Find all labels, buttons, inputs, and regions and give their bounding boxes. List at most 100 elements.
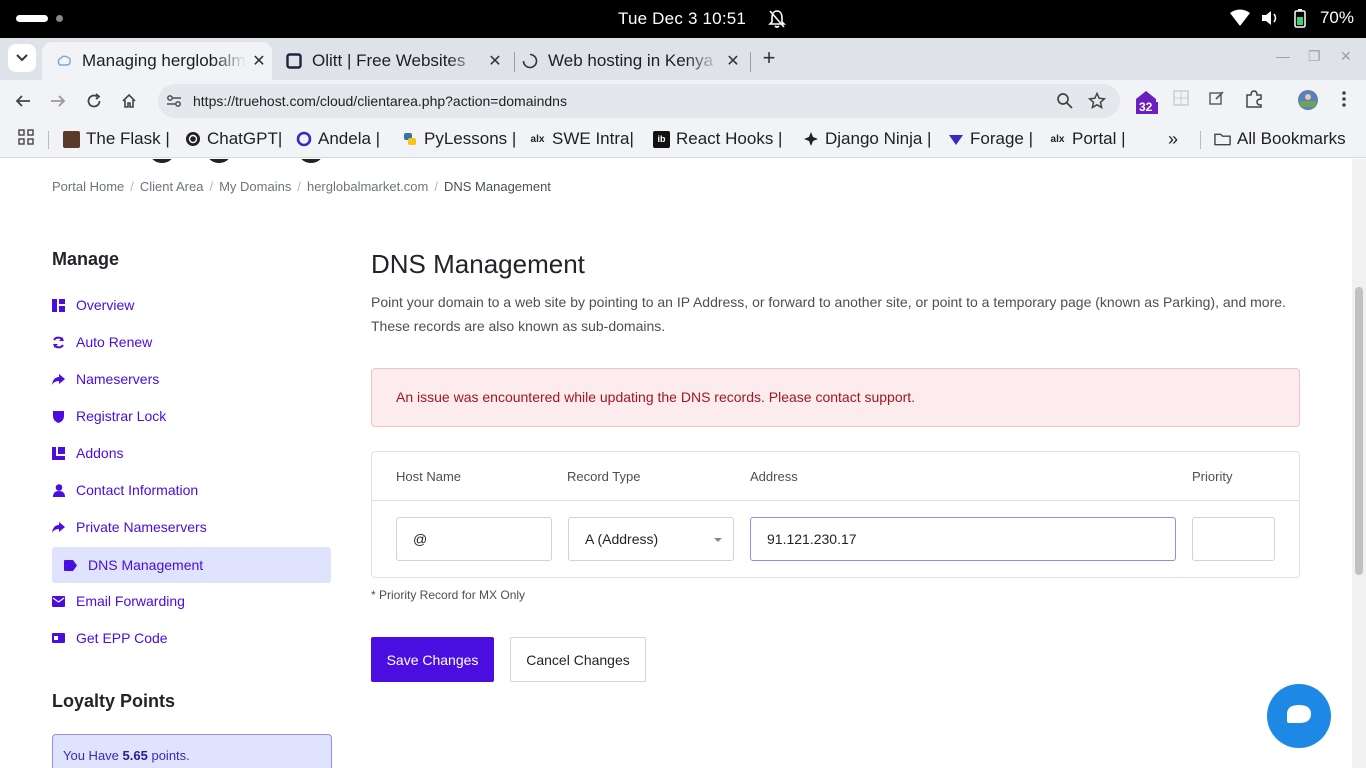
sidebar-item-dns-management[interactable]: DNS Management bbox=[52, 547, 331, 583]
error-alert: An issue was encountered while updating … bbox=[371, 368, 1300, 427]
browser-toolbar: https://truehost.com/cloud/clientarea.ph… bbox=[0, 80, 1366, 122]
bookmark-label: Portal | bbox=[1072, 129, 1126, 148]
close-window-icon[interactable]: ✕ bbox=[1340, 48, 1352, 65]
bookmark-andela[interactable]: Andela | bbox=[295, 129, 380, 149]
sidebar-item-get-epp-code[interactable]: Get EPP Code bbox=[52, 620, 331, 656]
bookmark-react-hooks[interactable]: ib React Hooks | bbox=[653, 129, 782, 149]
minimize-icon[interactable]: — bbox=[1276, 48, 1290, 64]
tab-olitt[interactable]: Olitt | Free Websites ✕ bbox=[280, 42, 508, 80]
apps-icon[interactable] bbox=[18, 129, 34, 145]
breadcrumb-domain[interactable]: herglobalmarket.com bbox=[307, 179, 428, 194]
sidebar-item-label: DNS Management bbox=[88, 557, 204, 573]
bookmark-pylessons[interactable]: PyLessons | bbox=[401, 129, 516, 149]
bookmark-divider bbox=[1200, 131, 1201, 149]
sidebar-item-label: Contact Information bbox=[76, 482, 199, 498]
site-info-icon[interactable] bbox=[166, 93, 182, 109]
address-input[interactable]: 91.121.230.17 bbox=[750, 517, 1176, 561]
breadcrumb-client-area[interactable]: Client Area bbox=[140, 179, 204, 194]
maximize-icon[interactable]: ❐ bbox=[1308, 48, 1321, 65]
bookmark-star-icon[interactable] bbox=[1088, 92, 1106, 110]
extension-badge: 32 bbox=[1139, 100, 1153, 114]
tab-title: Olitt | Free Websites bbox=[312, 51, 466, 70]
home-button[interactable] bbox=[118, 90, 140, 112]
sidebar-item-addons[interactable]: Addons bbox=[52, 435, 331, 471]
close-icon[interactable]: ✕ bbox=[720, 51, 746, 71]
all-bookmarks[interactable]: All Bookmarks bbox=[1214, 129, 1346, 149]
home-icon bbox=[122, 93, 136, 108]
close-icon[interactable]: ✕ bbox=[482, 51, 508, 71]
bookmark-label: Andela | bbox=[318, 129, 381, 148]
profile-avatar[interactable] bbox=[1297, 89, 1319, 111]
host-name-input[interactable]: @ bbox=[396, 517, 552, 561]
bookmark-chatgpt[interactable]: ChatGPT| bbox=[184, 129, 282, 149]
bookmark-swe-intra[interactable]: alx SWE Intra| bbox=[529, 129, 634, 149]
bookmark-django-ninja[interactable]: Django Ninja | bbox=[802, 129, 931, 149]
header-priority: Priority bbox=[1192, 469, 1233, 484]
battery-percent: 70% bbox=[1319, 8, 1354, 27]
sidebar-item-label: Nameservers bbox=[76, 371, 160, 387]
new-tab-button[interactable]: + bbox=[756, 46, 782, 72]
header-host-name: Host Name bbox=[396, 469, 462, 484]
sidebar-item-auto-renew[interactable]: Auto Renew bbox=[52, 324, 331, 360]
tab-web-hosting[interactable]: Web hosting in Kenya ✕ bbox=[516, 42, 746, 80]
system-tray[interactable]: 70% bbox=[1229, 8, 1354, 28]
bookmark-portal[interactable]: alx Portal | bbox=[1049, 129, 1126, 149]
extension-grid-icon[interactable] bbox=[1172, 89, 1194, 111]
sidebar-item-overview[interactable]: Overview bbox=[52, 287, 331, 323]
bookmark-forage[interactable]: Forage | bbox=[947, 129, 1033, 149]
zoom-icon[interactable] bbox=[1056, 92, 1074, 110]
back-button[interactable] bbox=[12, 90, 34, 112]
notifications-muted-icon[interactable] bbox=[768, 9, 786, 29]
workspace-indicator[interactable] bbox=[16, 15, 48, 22]
sidebar-item-registrar-lock[interactable]: Registrar Lock bbox=[52, 398, 331, 434]
extensions-puzzle-icon[interactable] bbox=[1244, 89, 1266, 111]
chat-widget-button[interactable] bbox=[1267, 684, 1331, 748]
loading-icon bbox=[522, 53, 538, 69]
ib-icon: ib bbox=[653, 130, 670, 148]
tab-separator bbox=[514, 52, 515, 72]
cancel-changes-button[interactable]: Cancel Changes bbox=[510, 637, 646, 682]
browser-tab-strip: Managing herglobalmarket.com ✕ Olitt | F… bbox=[0, 38, 1366, 80]
page-title: DNS Management bbox=[371, 249, 585, 279]
loyalty-suffix: points. bbox=[151, 748, 190, 763]
sidebar-item-label: Addons bbox=[76, 445, 124, 461]
reload-button[interactable] bbox=[83, 90, 105, 112]
tab-managing-domain[interactable]: Managing herglobalmarket.com ✕ bbox=[42, 42, 272, 80]
forage-icon bbox=[947, 131, 964, 148]
tab-separator bbox=[750, 52, 751, 72]
reload-icon bbox=[87, 93, 101, 108]
dns-table-header: Host Name Record Type Address Priority bbox=[372, 452, 1299, 501]
more-bookmarks-icon[interactable]: » bbox=[1168, 129, 1178, 150]
sidebar-item-email-forwarding[interactable]: Email Forwarding bbox=[52, 583, 331, 619]
user-icon bbox=[52, 483, 65, 497]
page-description: Point your domain to a web site by point… bbox=[371, 294, 1286, 334]
overview-icon bbox=[52, 298, 65, 312]
sidebar-item-contact-information[interactable]: Contact Information bbox=[52, 472, 331, 508]
browser-menu-icon[interactable] bbox=[1336, 89, 1358, 111]
forward-button[interactable] bbox=[47, 90, 69, 112]
bookmark-flask[interactable]: The Flask | bbox=[63, 129, 170, 149]
cubes-icon bbox=[52, 446, 65, 460]
address-bar[interactable]: https://truehost.com/cloud/clientarea.ph… bbox=[158, 84, 1120, 118]
close-icon[interactable]: ✕ bbox=[246, 51, 272, 71]
breadcrumb-portal-home[interactable]: Portal Home bbox=[52, 179, 124, 194]
globe-icon bbox=[57, 55, 71, 66]
tab-title: Managing herglobalmarket.com bbox=[82, 51, 246, 70]
tab-search-button[interactable] bbox=[8, 44, 36, 72]
scrollbar-thumb[interactable] bbox=[1355, 287, 1363, 575]
breadcrumb-my-domains[interactable]: My Domains bbox=[219, 179, 291, 194]
sidebar-item-private-nameservers[interactable]: Private Nameservers bbox=[52, 509, 331, 545]
save-changes-button[interactable]: Save Changes bbox=[371, 637, 494, 682]
bookmark-label: Django Ninja | bbox=[825, 129, 932, 148]
bookmark-label: React Hooks | bbox=[676, 129, 783, 148]
page-scrollbar[interactable] bbox=[1352, 159, 1366, 768]
priority-input[interactable] bbox=[1192, 517, 1275, 561]
breadcrumb: Portal Home / Client Area / My Domains /… bbox=[52, 179, 551, 194]
edit-icon[interactable] bbox=[1208, 89, 1230, 111]
extension-house-icon[interactable]: 32 bbox=[1134, 89, 1158, 114]
record-type-select[interactable]: A (Address) bbox=[568, 517, 734, 561]
sidebar-item-nameservers[interactable]: Nameservers bbox=[52, 361, 331, 397]
clock[interactable]: Tue Dec 3 10:51 bbox=[618, 9, 746, 29]
bookmark-label: All Bookmarks bbox=[1237, 129, 1346, 148]
workspace-dot[interactable] bbox=[56, 15, 63, 22]
